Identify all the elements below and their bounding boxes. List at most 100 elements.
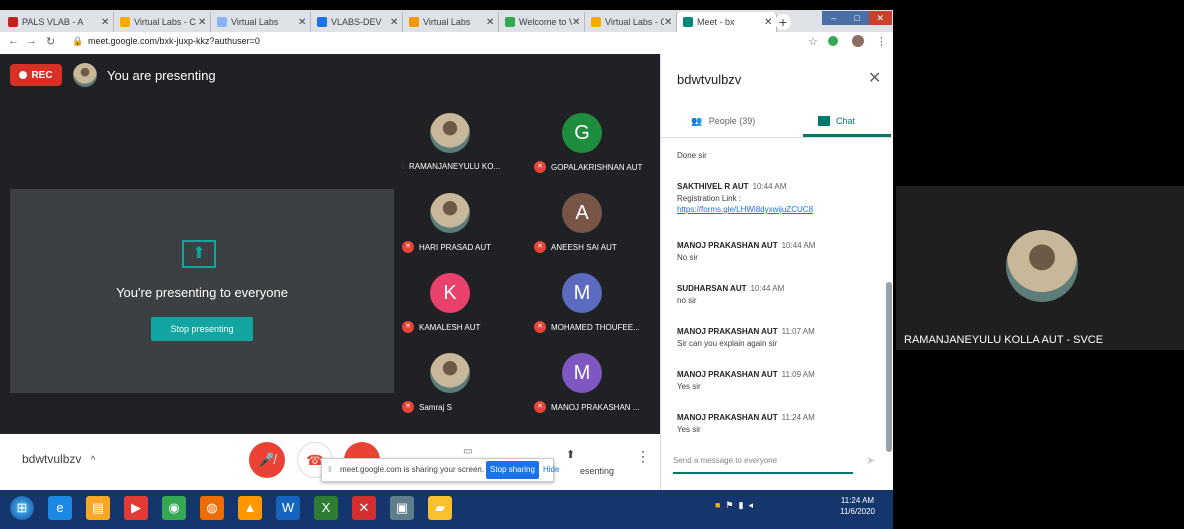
microphone-off-button[interactable]: 🎤̸ xyxy=(249,442,285,478)
send-icon[interactable]: ➤ xyxy=(866,454,875,467)
network-icon[interactable]: ▮ xyxy=(739,500,744,511)
tab-close-icon[interactable]: ✕ xyxy=(664,17,676,28)
tab-close-icon[interactable]: ✕ xyxy=(486,17,498,28)
internet-explorer-icon[interactable]: e xyxy=(48,496,72,520)
chat-scrollbar[interactable] xyxy=(886,282,892,452)
system-tray: ■ ⚑ ▮ ◂ xyxy=(715,500,753,511)
browser-tab[interactable]: PALS VLAB - A ✕ xyxy=(2,12,114,32)
tab-people[interactable]: 👥 People (39) xyxy=(691,116,755,127)
present-now-icon[interactable]: ⬆ xyxy=(566,448,575,461)
profile-avatar[interactable] xyxy=(852,35,864,47)
browser-tab[interactable]: Virtual Labs ✕ xyxy=(211,12,311,32)
people-icon: 👥 xyxy=(691,116,703,126)
message-link[interactable]: https://forms.gle/LHWi8dyxwijuZCUC8 xyxy=(677,205,813,214)
presentation-placeholder: ⬆ You're presenting to everyone Stop pre… xyxy=(10,189,394,393)
new-tab-button[interactable]: + xyxy=(775,14,791,30)
message-text: Yes sir xyxy=(677,425,701,434)
word-icon[interactable]: W xyxy=(276,496,300,520)
browser-tab[interactable]: Welcome to V ✕ xyxy=(499,12,585,32)
message-time: 11:24 AM xyxy=(781,413,815,422)
captions-icon[interactable]: ▭ xyxy=(463,446,472,457)
excel-icon[interactable]: X xyxy=(314,496,338,520)
message-time: 10:44 AM xyxy=(752,182,787,191)
x-app-icon[interactable]: ✕ xyxy=(352,496,376,520)
mic-muted-icon: ✕ xyxy=(402,321,414,333)
tab-close-icon[interactable]: ✕ xyxy=(390,17,402,28)
message-time: 11:07 AM xyxy=(781,327,815,336)
hide-button[interactable]: Hide xyxy=(543,465,559,474)
star-icon[interactable]: ☆ xyxy=(808,35,818,48)
browser-tab[interactable]: Virtual Labs - C ✕ xyxy=(585,12,677,32)
participant-tile[interactable]: M ✕ MOHAMED THOUFEE... xyxy=(529,267,659,345)
reload-icon[interactable]: ↻ xyxy=(46,35,55,48)
browser-tab[interactable]: Virtual Labs - C ✕ xyxy=(114,12,211,32)
clock-date: 11/6/2020 xyxy=(840,507,875,516)
tab-close-icon[interactable]: ✕ xyxy=(572,17,584,28)
chat-message: Done sir xyxy=(677,148,707,160)
message-header: MANOJ PRAKASHAN AUT 11:09 AM xyxy=(677,370,815,379)
participant-avatar xyxy=(430,353,470,393)
participant-tile[interactable]: G ✕ GOPALAKRISHNAN AUT xyxy=(529,107,659,185)
tab-strip: PALS VLAB - A ✕ Virtual Labs - C ✕ Virtual L… xyxy=(0,10,893,32)
message-header: MANOJ PRAKASHAN AUT 11:07 AM xyxy=(677,327,815,336)
participant-tile[interactable]: ✕ HARI PRASAD AUT xyxy=(397,187,527,265)
browser-menu-icon[interactable]: ⋮ xyxy=(876,35,887,48)
meeting-details[interactable]: bdwtvulbzv ^ xyxy=(22,452,95,466)
chat-message-input[interactable]: Send a message to everyone xyxy=(673,456,853,474)
browser-tab[interactable]: VLABS-DEV ✕ xyxy=(311,12,403,32)
participant-tile[interactable]: ⦙ RAMANJANEYULU KO... xyxy=(397,107,527,185)
more-options-button[interactable]: ⋮ xyxy=(636,448,650,465)
folder-icon[interactable]: ▰ xyxy=(428,496,452,520)
mic-muted-icon: ✕ xyxy=(402,241,414,253)
minimize-button[interactable]: – xyxy=(822,11,846,25)
mic-muted-icon: ✕ xyxy=(534,241,546,253)
start-orb-icon[interactable]: ⊞ xyxy=(10,496,34,520)
browser-tab[interactable]: Meet - bx ✕ xyxy=(677,12,777,32)
system-clock[interactable]: 11:24 AM 11/6/2020 xyxy=(840,495,875,517)
record-dot-icon xyxy=(19,71,28,79)
back-icon[interactable]: ← xyxy=(8,35,19,47)
participant-name: GOPALAKRISHNAN AUT xyxy=(551,162,643,172)
vlc-icon[interactable]: ▲ xyxy=(238,496,262,520)
media-player-icon[interactable]: ▶ xyxy=(124,496,148,520)
tab-close-icon[interactable]: ✕ xyxy=(101,17,113,28)
participant-tile[interactable]: K ✕ KAMALESH AUT xyxy=(397,267,527,345)
desktop-app-icon[interactable]: ▣ xyxy=(390,496,414,520)
message-sender: SUDHARSAN AUT xyxy=(677,284,747,293)
url-field[interactable]: meet.google.com/bxk-juxp-kkz?authuser=0 xyxy=(88,36,260,46)
people-tab-label: People (39) xyxy=(708,116,756,126)
tab-close-icon[interactable]: ✕ xyxy=(298,17,310,28)
tab-close-icon[interactable]: ✕ xyxy=(198,17,210,28)
browser-tab[interactable]: Virtual Labs ✕ xyxy=(403,12,499,32)
tab-chat[interactable]: Chat xyxy=(818,116,855,126)
participant-tile[interactable]: M ✕ MANOJ PRAKASHAN ... xyxy=(529,347,659,425)
participant-tile[interactable]: ✕ Samraj S xyxy=(397,347,527,425)
participant-name: HARI PRASAD AUT xyxy=(419,242,492,252)
chat-message: SAKTHIVEL R AUT 10:44 AM Registration Link… xyxy=(677,182,813,214)
stop-sharing-button[interactable]: Stop sharing xyxy=(486,461,539,479)
tab-favicon-icon xyxy=(317,17,327,27)
drag-handle-icon[interactable]: ‖ xyxy=(328,465,331,474)
message-header: SUDHARSAN AUT 10:44 AM xyxy=(677,284,784,293)
chrome-icon[interactable]: ◉ xyxy=(162,496,186,520)
speaking-icon: ⦙ xyxy=(402,161,405,171)
participant-tile[interactable]: A ✕ ANEESH SAI AUT xyxy=(529,187,659,265)
volume-icon[interactable]: ◂ xyxy=(748,500,753,511)
stop-presenting-button[interactable]: Stop presenting xyxy=(151,317,253,341)
message-text: Sir can you explain again sir xyxy=(677,339,778,348)
mic-off-icon: 🎤̸ xyxy=(258,452,276,467)
mic-muted-icon: ✕ xyxy=(402,401,414,413)
participant-avatar: K xyxy=(430,273,470,313)
firefox-icon[interactable]: ◍ xyxy=(200,496,224,520)
message-text: No sir xyxy=(677,253,698,262)
shield-icon[interactable]: ■ xyxy=(715,500,720,511)
extension-icon[interactable] xyxy=(828,36,838,46)
file-explorer-icon[interactable]: ▤ xyxy=(86,496,110,520)
present-now-label[interactable]: esenting xyxy=(580,466,614,476)
flag-icon[interactable]: ⚑ xyxy=(725,500,733,511)
forward-icon[interactable]: → xyxy=(26,35,37,47)
close-panel-button[interactable]: ✕ xyxy=(868,68,881,88)
maximize-button[interactable]: □ xyxy=(845,11,869,25)
window-close-button[interactable]: ✕ xyxy=(868,11,892,25)
message-text: Yes sir xyxy=(677,382,701,391)
